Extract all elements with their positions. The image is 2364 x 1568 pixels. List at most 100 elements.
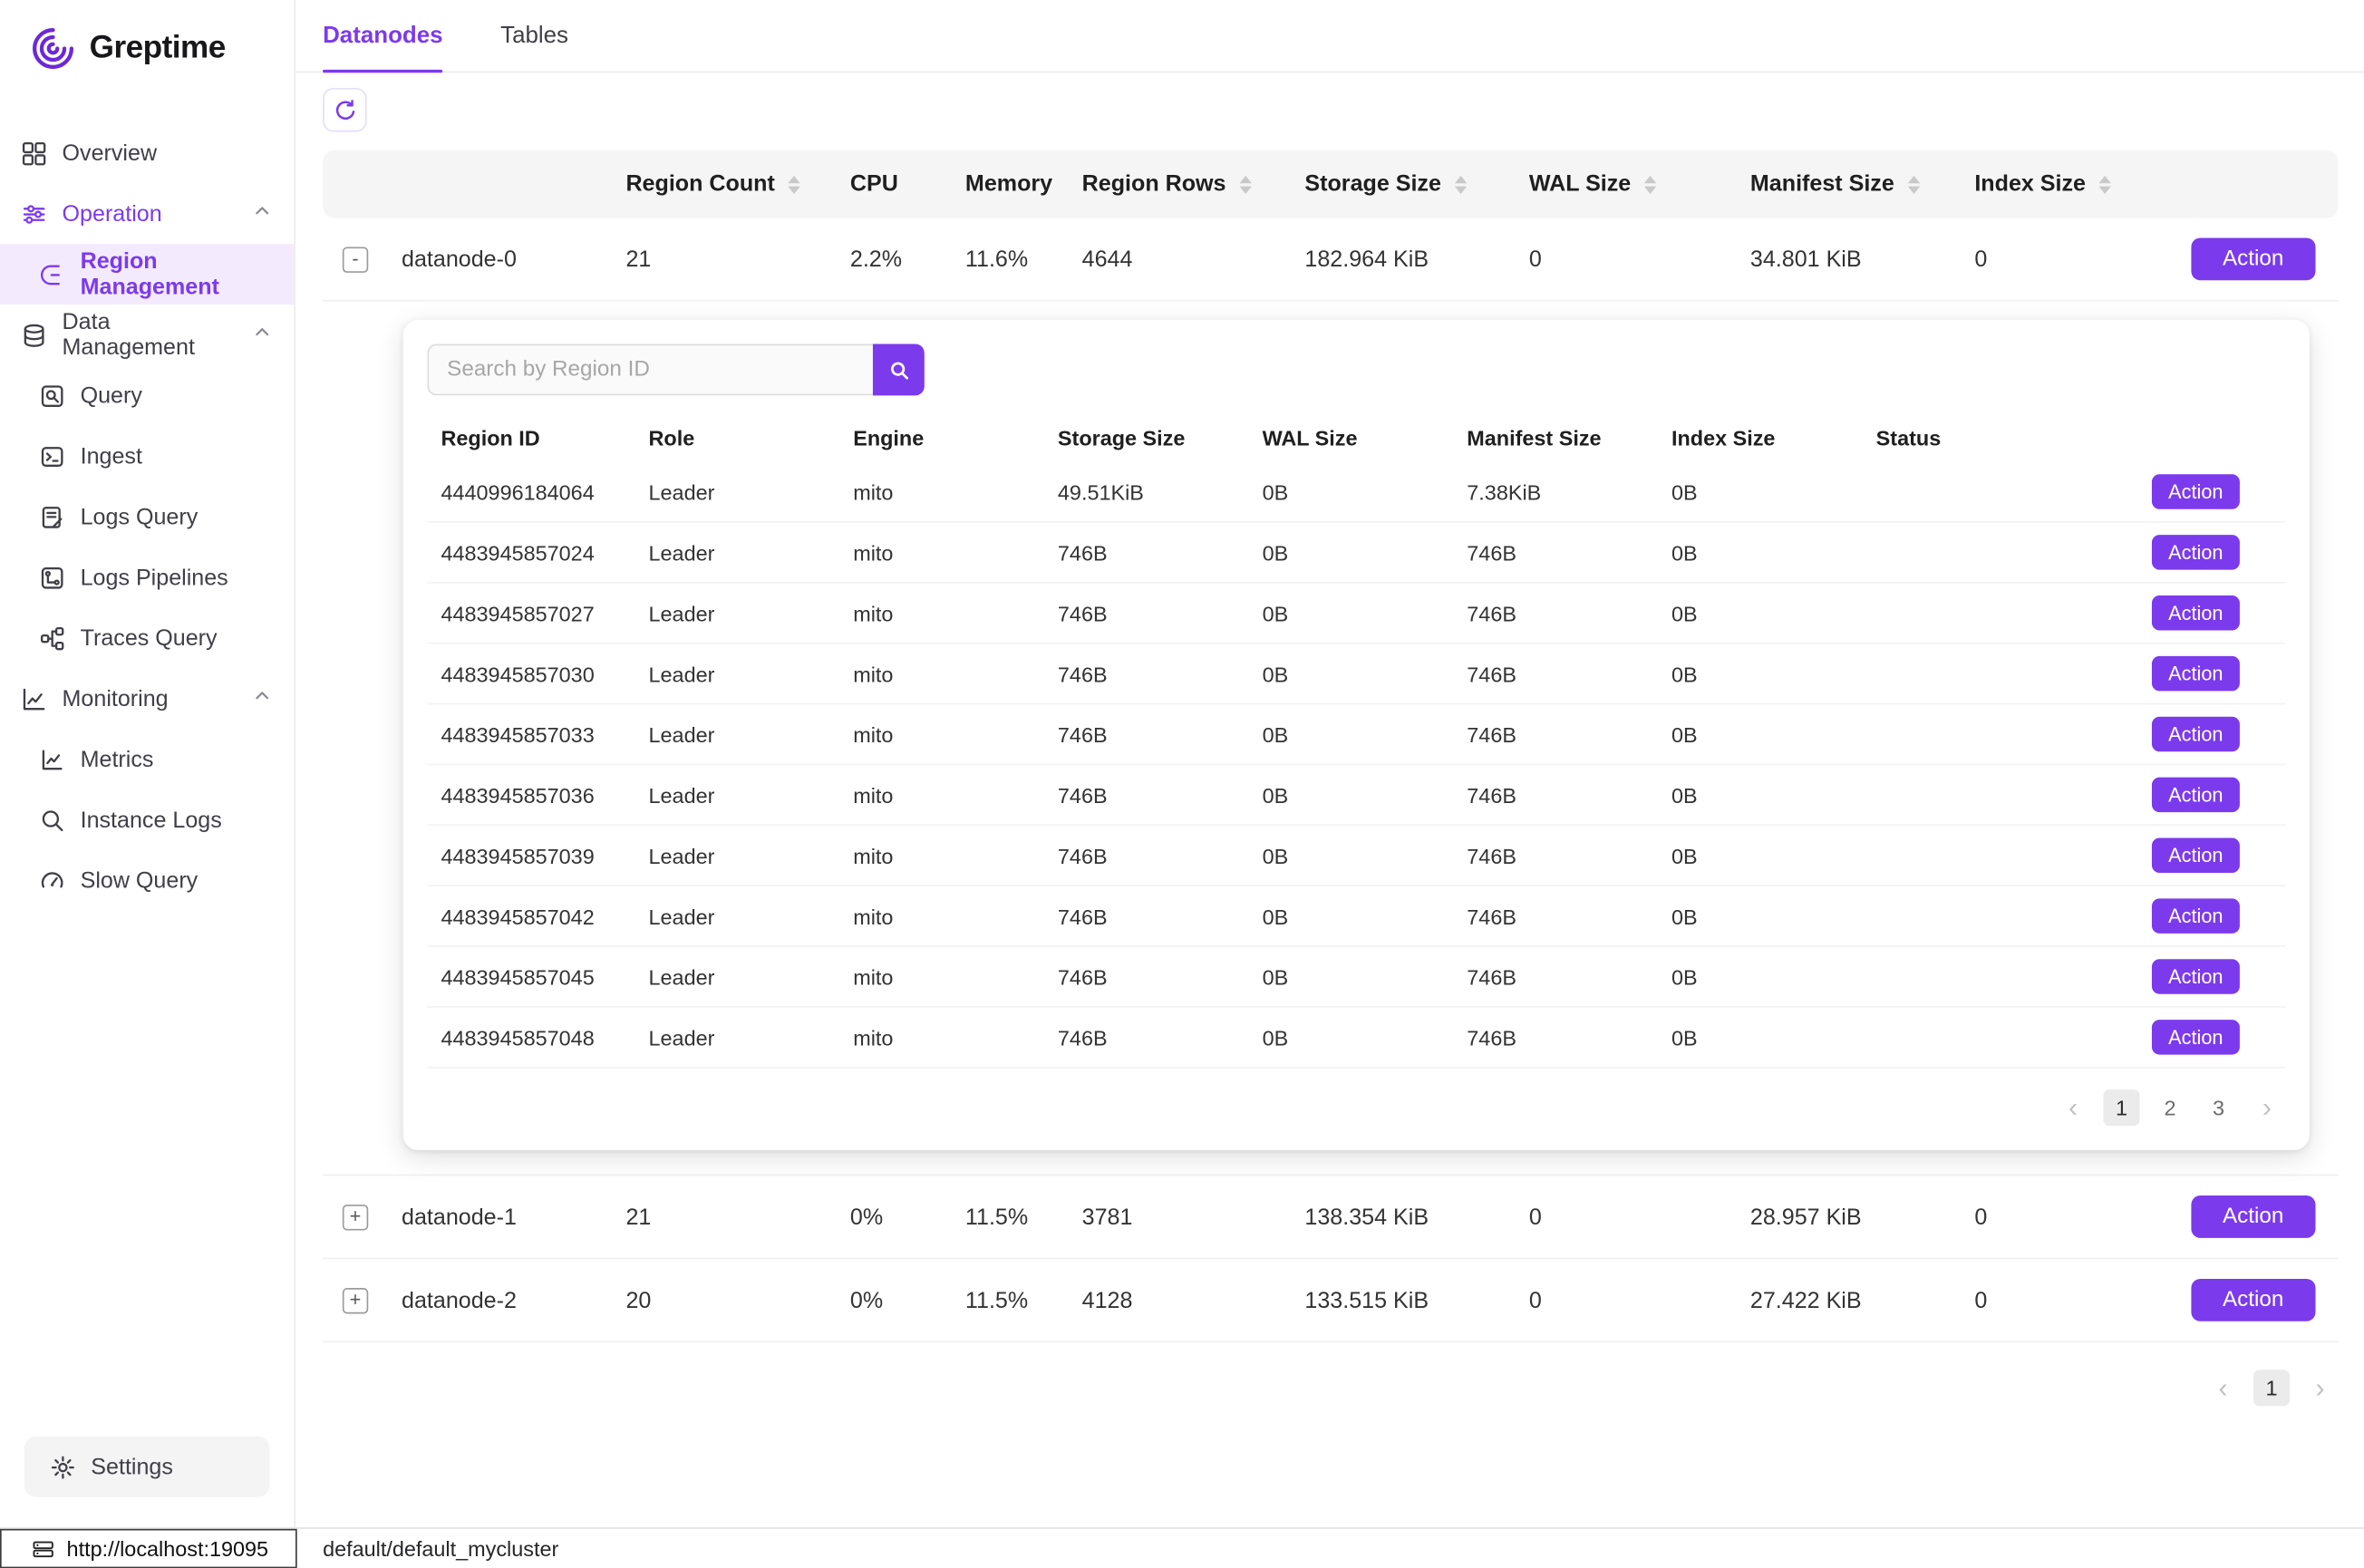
wal-size: 0B [1263,964,1468,989]
action-button[interactable]: Action [2152,898,2240,933]
action-button[interactable]: Action [2152,656,2240,691]
sidebar-item-slow-query[interactable]: Slow Query [0,850,294,911]
manifest-size: 746B [1467,782,1671,807]
column-header-region-rows[interactable]: Region Rows [1082,171,1305,197]
sort-icon[interactable] [1644,175,1656,193]
sidebar-item-region-management[interactable]: Region Management [0,244,294,305]
manifest-size: 746B [1467,843,1671,867]
manifest-size-value: 27.422 KiB [1750,1287,1974,1312]
storage-size: 746B [1058,601,1263,625]
host-selector[interactable]: http://localhost:19095 [0,1529,297,1568]
collapse-row-button[interactable]: - [343,247,368,272]
action-button[interactable]: Action [2191,1279,2316,1321]
column-header-wal-size[interactable]: WAL Size [1529,171,1750,197]
column-header-status: Status [1876,426,2059,450]
logs-pipelines-icon [39,565,64,590]
sidebar-item-traces-query[interactable]: Traces Query [0,607,294,668]
sidebar-section-operation[interactable]: Operation [0,183,294,244]
engine: mito [853,601,1058,625]
sidebar-item-ingest[interactable]: Ingest [0,426,294,487]
engine: mito [853,843,1058,867]
tab-tables[interactable]: Tables [500,0,568,72]
expand-row-button[interactable]: + [343,1287,368,1312]
action-button[interactable]: Action [2152,474,2240,508]
column-header-storage-size: Storage Size [1058,426,1263,450]
sidebar-item-query[interactable]: Query [0,365,294,426]
next-page-button[interactable]: › [2249,1089,2285,1126]
region-search-input[interactable] [427,344,873,395]
sidebar-item-logs-query[interactable]: Logs Query [0,487,294,547]
role: Leader [649,601,854,625]
action-button[interactable]: Action [2152,959,2240,993]
manifest-size: 7.38KiB [1467,479,1671,504]
role: Leader [649,540,854,565]
sidebar-section-data-management[interactable]: Data Management [0,305,294,365]
action-button[interactable]: Action [2191,1195,2316,1238]
sidebar-item-metrics[interactable]: Metrics [0,729,294,789]
sort-icon[interactable] [2099,175,2111,193]
action-button[interactable]: Action [2152,1020,2240,1054]
memory-value: 11.5% [965,1204,1082,1229]
sidebar-section-monitoring[interactable]: Monitoring [0,668,294,729]
datanode-name: datanode-0 [383,247,625,272]
datanodes-table: Region Count CPU Memory Region Rows [323,150,2338,1343]
index-size: 0B [1671,601,1876,625]
sidebar-item-label: Logs Pipelines [81,565,228,590]
sort-icon[interactable] [1455,175,1467,193]
settings-button[interactable]: Settings [24,1437,270,1497]
role: Leader [649,1025,854,1050]
sort-icon[interactable] [789,175,800,193]
sidebar: Greptime Overview Operation Region Manag… [0,0,296,1527]
tab-datanodes[interactable]: Datanodes [323,0,442,72]
storage-size-value: 133.515 KiB [1304,1287,1528,1312]
wal-size-value: 0 [1529,1204,1750,1229]
column-header-index-size[interactable]: Index Size [1974,171,2171,197]
datanodes-table-header: Region Count CPU Memory Region Rows [323,150,2338,218]
engine: mito [853,662,1058,686]
column-header-region-count[interactable]: Region Count [625,171,849,197]
next-page-button[interactable]: › [2301,1370,2338,1406]
prev-page-button[interactable]: ‹ [2055,1089,2091,1126]
sidebar-item-label: Ingest [81,443,142,469]
region-row: 4483945857030 Leader mito 746B 0B 746B 0… [427,644,2285,705]
engine: mito [853,479,1058,504]
page-button-1[interactable]: 1 [2103,1089,2139,1126]
prev-page-button[interactable]: ‹ [2204,1370,2241,1406]
column-header-wal-size: WAL Size [1263,426,1468,450]
action-button[interactable]: Action [2152,837,2240,872]
expand-row-button[interactable]: + [343,1204,368,1229]
role: Leader [649,479,854,504]
sort-icon[interactable] [1240,175,1252,193]
role: Leader [649,782,854,807]
action-button[interactable]: Action [2191,237,2316,280]
sidebar-item-instance-logs[interactable]: Instance Logs [0,789,294,850]
column-header-manifest-size[interactable]: Manifest Size [1750,171,1974,197]
greptime-logo-icon [30,25,75,71]
sort-icon[interactable] [1908,175,1920,193]
page-button-2[interactable]: 2 [2152,1089,2188,1126]
region-row: 4440996184064 Leader mito 49.51KiB 0B 7.… [427,462,2285,523]
refresh-button[interactable] [323,88,366,131]
column-header-storage-size[interactable]: Storage Size [1304,171,1528,197]
action-button[interactable]: Action [2152,778,2240,812]
region-id: 4483945857033 [427,722,648,747]
storage-size: 746B [1058,540,1263,565]
action-button[interactable]: Action [2152,717,2240,751]
page-button-1[interactable]: 1 [2253,1370,2290,1406]
sidebar-item-logs-pipelines[interactable]: Logs Pipelines [0,547,294,608]
action-button[interactable]: Action [2152,535,2240,569]
action-button[interactable]: Action [2152,595,2240,630]
sidebar-section-label: Data Management [63,309,237,361]
wal-size: 0B [1263,782,1468,807]
role: Leader [649,964,854,989]
search-button[interactable] [873,344,925,395]
wal-size: 0B [1263,540,1468,565]
page-button-3[interactable]: 3 [2200,1089,2236,1126]
datanode-row: + datanode-2 20 0% 11.5% 4128 133.515 Ki… [323,1259,2338,1342]
region-pagination: ‹ 1 2 3 › [427,1089,2285,1126]
column-header-manifest-size: Manifest Size [1467,426,1671,450]
column-label: Region Count [625,171,774,197]
sidebar-item-overview[interactable]: Overview [0,122,294,183]
region-id: 4440996184064 [427,479,648,504]
content-area: Region Count CPU Memory Region Rows [296,73,2364,1527]
